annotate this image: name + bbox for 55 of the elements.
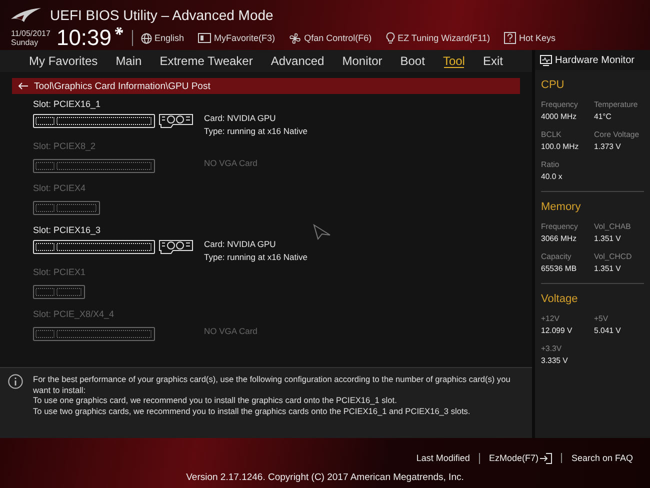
toolbar-button[interactable]: Hot Keys: [504, 32, 556, 44]
globe-icon: [140, 32, 152, 44]
slot-name: Slot: PCIEX8_2: [33, 141, 96, 152]
toolbar-button[interactable]: Qfan Control(F6): [289, 32, 372, 44]
weekday-text: Sunday: [11, 38, 40, 47]
card-info-text: NO VGA Card: [204, 326, 258, 336]
slot-name: Slot: PCIEX4: [33, 183, 86, 194]
window-title: UEFI BIOS Utility – Advanced Mode: [50, 7, 274, 23]
card-info-text: Card: NVIDIA GPU: [204, 112, 277, 122]
settings-icon[interactable]: [114, 26, 124, 36]
monitor-icon: [540, 54, 552, 66]
section-title: CPU: [541, 79, 566, 91]
exit-icon: [540, 452, 552, 464]
fan-icon: [289, 32, 302, 44]
back-arrow-icon[interactable]: [18, 82, 28, 90]
help-icon: [504, 32, 516, 44]
card-info-text: Card: NVIDIA GPU: [204, 238, 277, 248]
slot-name: Slot: PCIEX16_1: [33, 99, 101, 110]
monitor-icon: [198, 33, 212, 43]
nav-tab[interactable]: My Favorites: [20, 50, 107, 72]
slot-name: Slot: PCIEX1: [33, 267, 86, 278]
slot-name: Slot: PCIE_X8/X4_4: [33, 309, 114, 320]
clock-time: 10:39: [56, 27, 112, 49]
section-title: Voltage: [541, 293, 579, 305]
graphics-card-icon: [159, 240, 193, 254]
toolbar-button[interactable]: English: [140, 32, 184, 44]
date-text: 11/05/2017: [11, 29, 50, 38]
lightbulb-icon: [386, 32, 395, 44]
section-title: Memory: [541, 201, 582, 213]
card-info-text: Type: running at x16 Native: [204, 126, 308, 136]
nav-tab[interactable]: Tool: [434, 50, 474, 72]
nav-tab[interactable]: Exit: [474, 50, 512, 72]
info-text: For the best performance of your graphics card(s), use the following configuration according to the number of graphics card(s) you want to install:: [33, 374, 512, 395]
info-text: To use one graphics card, we recommend you to install the graphics card onto the PCIEX16_1 slot.: [33, 395, 398, 406]
card-info-text: Type: running at x16 Native: [204, 252, 308, 262]
footer-link[interactable]: Last Modified: [407, 453, 479, 463]
nav-tab[interactable]: Extreme Tweaker: [150, 50, 262, 72]
mouse-cursor-icon: [313, 224, 331, 240]
footer-link[interactable]: EzMode(F7): [478, 452, 562, 464]
panel-title: Hardware Monitor: [555, 54, 634, 66]
nav-tab[interactable]: Monitor: [333, 50, 392, 72]
nav-tab[interactable]: Boot: [391, 50, 434, 72]
nav-tab[interactable]: Main: [106, 50, 151, 72]
breadcrumb-path: Tool\Graphics Card Information\GPU Post: [34, 80, 210, 92]
slot-name: Slot: PCIEX16_3: [33, 225, 101, 236]
nav-tab[interactable]: Advanced: [262, 50, 334, 72]
card-info-text: NO VGA Card: [204, 158, 258, 168]
toolbar-button[interactable]: EZ Tuning Wizard(F11): [386, 32, 490, 44]
info-icon: [8, 374, 23, 389]
footer-link[interactable]: Search on FAQ: [561, 453, 642, 463]
graphics-card-icon: [159, 114, 193, 128]
logo-icon: [10, 7, 42, 23]
toolbar-button[interactable]: MyFavorite(F3): [198, 33, 276, 43]
version-text: Version 2.17.1246. Copyright (C) 2017 American Megatrends, Inc.: [186, 472, 464, 483]
info-text: To use two graphics cards, we recommend you to install the graphics cards onto the PCIEX16_1 and PCIEX16_3 slots.: [33, 406, 472, 416]
